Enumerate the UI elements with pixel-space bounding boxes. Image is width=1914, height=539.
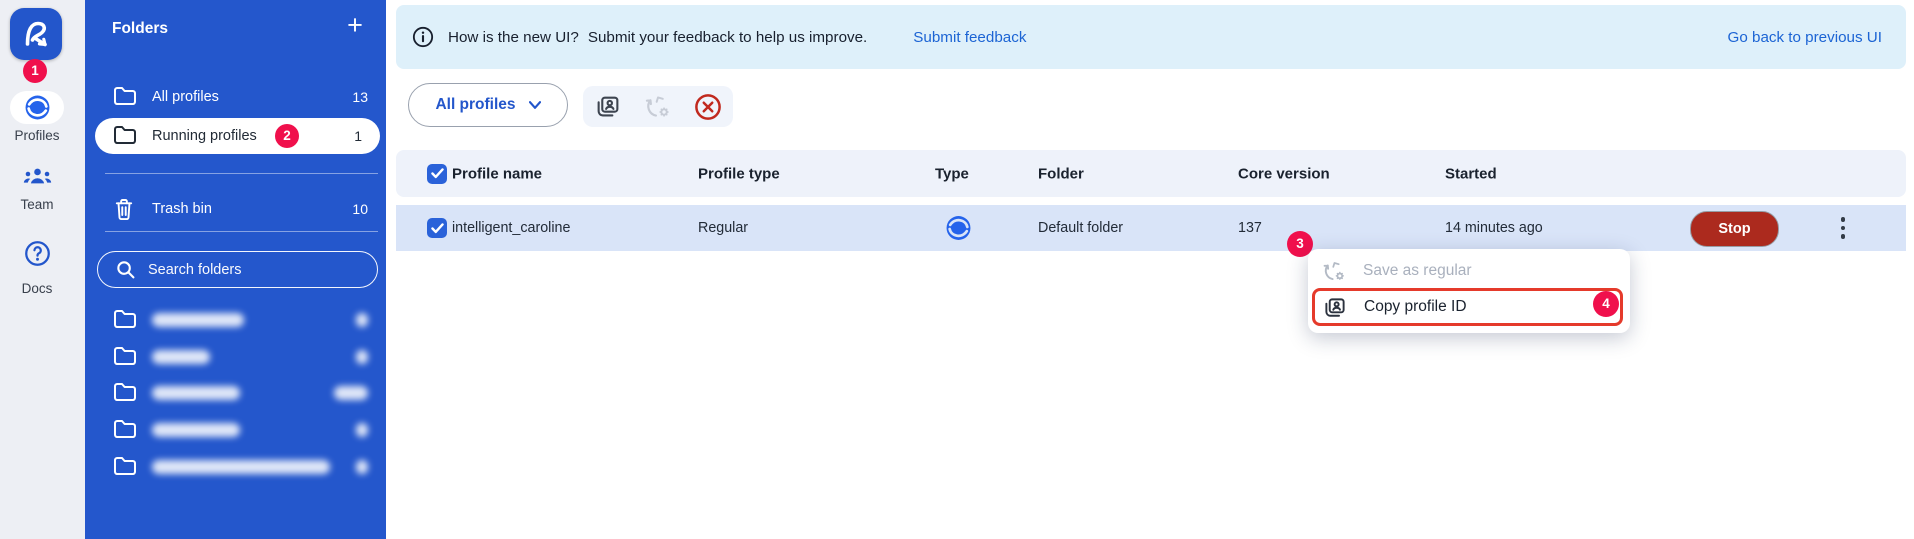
step-badge-4: 4	[1593, 291, 1619, 317]
go-back-previous-ui-link[interactable]: Go back to previous UI	[1728, 29, 1882, 46]
core-version-cell: 137	[1238, 220, 1262, 236]
chevron-down-icon	[528, 101, 541, 109]
folder-item-blurred[interactable]	[85, 414, 386, 446]
folder-icon	[113, 86, 137, 111]
folder-label: Running profiles	[152, 128, 257, 144]
stop-all-button[interactable]	[694, 93, 722, 121]
sidebar-label-profiles: Profiles	[14, 128, 60, 143]
row-checkbox[interactable]	[427, 218, 447, 238]
folders-panel: Folders + All profiles 13 Running profil…	[85, 0, 386, 539]
folder-filter-label: All profiles	[435, 96, 516, 113]
column-header-started[interactable]: Started	[1445, 165, 1497, 182]
folder-item-all-profiles[interactable]: All profiles 13	[85, 82, 386, 112]
blurred-folder-count	[356, 313, 368, 327]
column-header-profile-name[interactable]: Profile name	[452, 165, 542, 182]
save-as-regular-icon	[645, 96, 669, 117]
check-icon	[430, 168, 444, 179]
folder-icon	[113, 456, 137, 481]
folder-icon	[113, 125, 137, 150]
folder-icon	[113, 309, 137, 334]
blurred-folder-name	[152, 423, 240, 437]
app-logo-icon	[25, 21, 47, 47]
menu-item-label: Copy profile ID	[1364, 298, 1467, 315]
menu-item-copy-profile-id[interactable]: Copy profile ID	[1315, 291, 1637, 323]
menu-item-save-as-regular: Save as regular	[1308, 253, 1630, 289]
search-folders-box[interactable]	[97, 251, 378, 288]
profile-name-cell: intelligent_caroline	[452, 220, 571, 236]
mimic-browser-icon	[945, 215, 972, 242]
folders-title: Folders	[112, 20, 168, 37]
bulk-actions-toolbar	[583, 86, 733, 127]
column-header-profile-type[interactable]: Profile type	[698, 165, 780, 182]
folder-label: All profiles	[152, 89, 219, 105]
blurred-folder-count	[334, 386, 368, 400]
profiles-active-pill[interactable]	[10, 91, 64, 124]
team-icon	[0, 166, 74, 187]
trash-icon	[113, 198, 135, 226]
step-badge-2: 2	[275, 124, 299, 148]
folder-count: 13	[352, 89, 368, 105]
column-header-folder[interactable]: Folder	[1038, 165, 1084, 182]
blurred-folder-count	[356, 350, 368, 364]
mimic-browser-icon	[25, 95, 49, 120]
folder-filter-dropdown[interactable]: All profiles	[408, 83, 568, 127]
folder-icon	[113, 382, 137, 407]
app-root: 1 Profiles Team Docs Folders + All profi…	[0, 0, 1914, 539]
tutorial-highlight-box: Copy profile ID	[1312, 288, 1623, 326]
app-logo-button[interactable]	[10, 8, 62, 60]
banner-message: Submit your feedback to help us improve.	[587, 28, 868, 46]
folder-count: 10	[352, 201, 368, 217]
copy-profile-id-button[interactable]	[595, 94, 621, 119]
row-context-menu: Save as regular Copy profile ID 4	[1308, 249, 1630, 333]
blurred-folder-name	[152, 460, 330, 474]
column-header-core-version[interactable]: Core version	[1238, 165, 1330, 182]
column-header-type[interactable]: Type	[935, 165, 969, 182]
select-all-checkbox[interactable]	[427, 163, 447, 184]
folder-item-running-profiles-selected[interactable]: Running profiles 2 1	[95, 118, 380, 154]
copy-profile-id-icon	[597, 96, 618, 117]
folder-item-blurred[interactable]	[85, 451, 386, 483]
folder-label: Trash bin	[152, 201, 212, 217]
folder-count: 1	[354, 128, 362, 144]
folder-item-trash-bin[interactable]: Trash bin 10	[85, 193, 386, 225]
blurred-folder-name	[152, 386, 240, 400]
save-as-regular-button-disabled	[644, 93, 671, 120]
banner-question: How is the new UI?	[448, 28, 579, 46]
search-icon	[117, 261, 135, 279]
folder-icon	[113, 419, 137, 444]
check-icon	[430, 222, 444, 233]
blurred-folder-count	[356, 460, 368, 474]
folder-cell: Default folder	[1038, 220, 1124, 236]
table-row-selected[interactable]: intelligent_caroline Regular Default fol…	[396, 205, 1906, 251]
info-icon	[412, 26, 434, 48]
blurred-folder-name	[152, 350, 210, 364]
divider	[105, 231, 378, 232]
folder-item-blurred[interactable]	[85, 377, 386, 409]
save-as-regular-icon	[1322, 259, 1346, 283]
sidebar-label-team: Team	[20, 197, 54, 212]
table-header: Profile name Profile type Type Folder Co…	[396, 150, 1906, 197]
folder-icon	[113, 346, 137, 371]
blurred-folder-name	[152, 313, 244, 327]
divider	[105, 173, 378, 174]
feedback-banner: How is the new UI? Submit your feedback …	[396, 5, 1906, 69]
started-cell: 14 minutes ago	[1445, 220, 1543, 236]
row-menu-kebab-icon[interactable]	[1833, 215, 1853, 241]
menu-item-label: Save as regular	[1363, 262, 1472, 279]
add-folder-button[interactable]: +	[340, 10, 370, 40]
step-badge-1: 1	[23, 59, 47, 83]
folder-item-blurred[interactable]	[85, 341, 386, 373]
stop-all-icon	[694, 93, 721, 120]
blurred-folder-count	[356, 423, 368, 437]
copy-profile-id-icon	[1323, 296, 1347, 319]
left-rail: 1 Profiles Team Docs	[0, 0, 85, 539]
search-folders-input[interactable]	[146, 256, 360, 284]
profile-type-cell: Regular	[698, 220, 749, 236]
docs-help-icon	[0, 240, 74, 267]
submit-feedback-link[interactable]: Submit feedback	[913, 29, 1026, 46]
stop-button[interactable]: Stop	[1690, 211, 1779, 247]
folder-item-blurred[interactable]	[85, 304, 386, 336]
sidebar-label-docs: Docs	[21, 281, 53, 296]
